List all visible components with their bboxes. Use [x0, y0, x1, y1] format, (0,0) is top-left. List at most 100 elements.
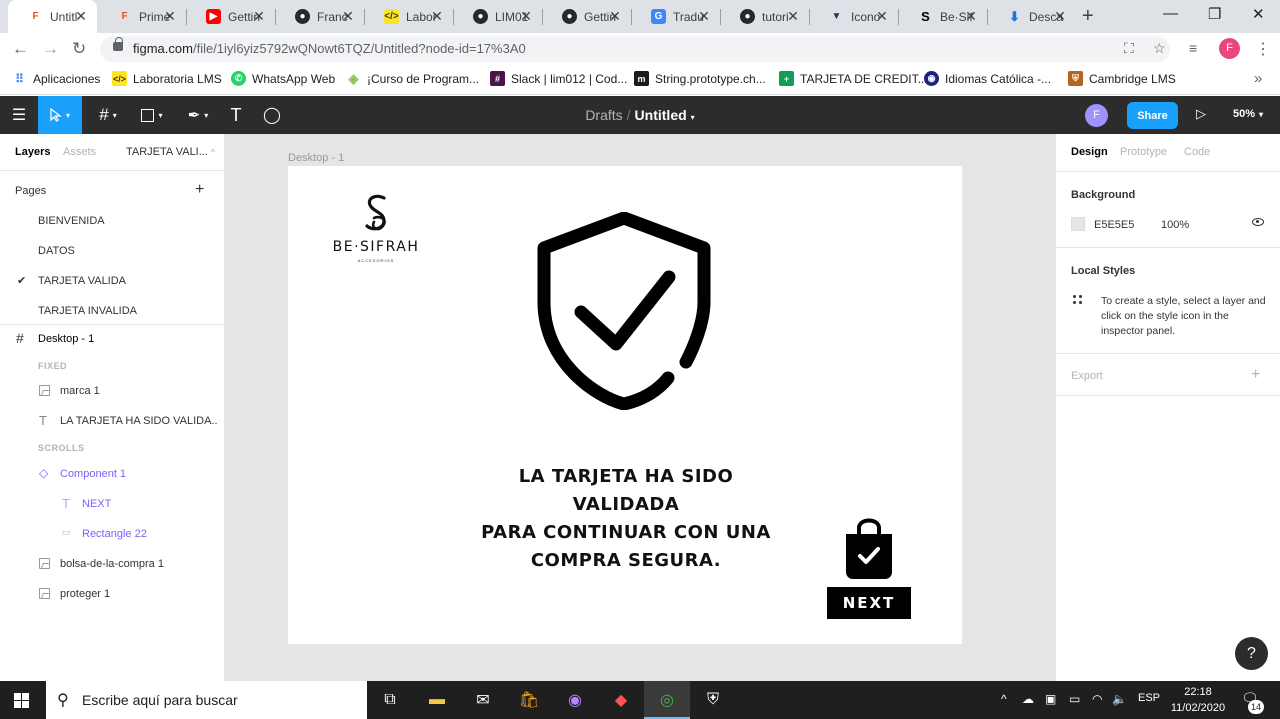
add-page-icon[interactable]: + [195, 181, 204, 199]
window-close-icon[interactable]: ✕ [1252, 5, 1265, 23]
bookmark-item[interactable]: m String.prototype.ch... [634, 71, 766, 86]
breadcrumb-drafts[interactable]: Drafts [585, 107, 622, 123]
close-tab-icon[interactable]: ✕ [73, 8, 89, 25]
browser-tab[interactable]: F Prime ✕ [97, 0, 186, 33]
profile-avatar[interactable]: F [1219, 38, 1240, 59]
translate-page-icon[interactable]: ⛶ [1124, 40, 1134, 57]
frame-desktop-1[interactable]: BE·SIFRAH ACCESORIOS LA TARJETA HA SIDO … [288, 166, 962, 644]
shopping-bag-icon[interactable] [843, 516, 895, 580]
tray-app-icon[interactable]: ▣ [1045, 692, 1056, 706]
tab-layers[interactable]: Layers [15, 146, 50, 158]
bookmark-item[interactable]: ✆ WhatsApp Web [231, 71, 335, 86]
clock-date: 11/02/2020 [1170, 702, 1226, 714]
browser-tab[interactable]: ⬇ Desca ✕ [987, 0, 1076, 33]
browser-tab[interactable]: S Be·Sif ✕ [898, 0, 987, 33]
chrome-menu-icon[interactable]: ⋮ [1255, 39, 1271, 59]
close-tab-icon[interactable]: ✕ [162, 8, 178, 25]
browser-tab-strip: F Untitl ✕ F Prime ✕ ▶ Gettin ✕ ● Franc … [0, 0, 1280, 33]
bookmark-item[interactable]: # Slack | lim012 | Cod... [490, 71, 627, 86]
close-tab-icon[interactable]: ✕ [1052, 8, 1068, 25]
bookmark-item[interactable]: ⠿ Aplicaciones [12, 71, 100, 86]
bookmarks-bar: ⠿ Aplicaciones </> Laboratoria LMS ✆ Wha… [0, 65, 1280, 95]
windows-start-icon[interactable] [14, 693, 29, 708]
browser-tab[interactable]: G Tradu ✕ [631, 0, 720, 33]
close-tab-icon[interactable]: ✕ [251, 8, 267, 25]
add-export-icon[interactable]: + [1251, 366, 1260, 384]
frame-label[interactable]: Desktop - 1 [288, 152, 344, 164]
close-tab-icon[interactable]: ✕ [785, 8, 801, 25]
restore-icon[interactable]: ❐ [1208, 5, 1221, 23]
zoom-dropdown[interactable]: 50% ▾ [1233, 108, 1263, 120]
validation-message[interactable]: LA TARJETA HA SIDO VALIDADA PARA CONTINU… [466, 463, 786, 575]
bookmark-item[interactable]: ◉ Idiomas Católica -... [924, 71, 1051, 86]
tab-prototype[interactable]: Prototype [1120, 146, 1167, 158]
help-button[interactable]: ? [1235, 637, 1268, 670]
close-tab-icon[interactable]: ✕ [429, 8, 445, 25]
text-layer-icon: T [62, 496, 70, 511]
security-shield-icon[interactable]: ⛨ [701, 688, 725, 712]
minimize-icon[interactable]: — [1163, 5, 1178, 22]
app-cat-icon[interactable]: ◉ [563, 688, 587, 712]
browser-tab[interactable]: ▶ Gettin ✕ [186, 0, 275, 33]
next-button[interactable]: NEXT [827, 587, 911, 619]
more-bookmarks-icon[interactable]: » [1254, 70, 1262, 87]
image-layer-icon [39, 588, 50, 602]
media-queue-icon[interactable]: ≡ [1189, 40, 1197, 56]
bookmark-item[interactable]: + TARJETA DE CREDIT... [779, 71, 928, 86]
close-tab-icon[interactable]: ✕ [874, 8, 890, 25]
url-input[interactable]: figma.com/file/1iyl6yiz5792wQNowt6TQZ/Un… [100, 36, 1170, 62]
tab-assets[interactable]: Assets [63, 146, 96, 158]
background-swatch[interactable] [1071, 217, 1085, 231]
shield-check-icon[interactable] [536, 212, 714, 410]
browser-tab[interactable]: </> Labor ✕ [364, 0, 453, 33]
brand-logo[interactable]: BE·SIFRAH ACCESORIOS [332, 194, 420, 268]
close-tab-icon[interactable]: ✕ [963, 8, 979, 25]
background-hex-input[interactable]: E5E5E5 [1094, 219, 1134, 231]
volume-icon[interactable]: 🔈 [1112, 692, 1127, 706]
present-play-icon[interactable]: ▷ [1196, 106, 1206, 122]
tab-code[interactable]: Code [1184, 146, 1210, 158]
bookmark-star-icon[interactable]: ☆ [1153, 40, 1166, 57]
battery-icon[interactable]: ▭ [1069, 692, 1080, 706]
forward-icon[interactable]: → [42, 39, 59, 59]
share-button[interactable]: Share [1127, 102, 1178, 129]
background-opacity-input[interactable]: 100% [1161, 219, 1189, 231]
new-tab-button[interactable]: + [1082, 5, 1094, 28]
browser-tab[interactable]: ▼ Icono ✕ [809, 0, 898, 33]
current-page-dropdown[interactable]: TARJETA VALI... ^ [126, 146, 215, 158]
design-canvas[interactable]: Desktop - 1 BE·SIFRAH ACCESORIOS LA TARJ… [225, 134, 1055, 681]
browser-tab-active[interactable]: F Untitl ✕ [8, 0, 97, 33]
close-tab-icon[interactable]: ✕ [607, 8, 623, 25]
bookmark-item[interactable]: ⛨ Cambridge LMS [1068, 71, 1176, 86]
wifi-icon[interactable]: ◠ [1092, 692, 1102, 706]
tab-design[interactable]: Design [1071, 146, 1108, 158]
mail-icon[interactable]: ✉ [471, 688, 495, 712]
task-view-icon[interactable]: ⧉ [378, 688, 402, 712]
back-icon[interactable]: ← [12, 39, 29, 59]
close-tab-icon[interactable]: ✕ [696, 8, 712, 25]
reload-icon[interactable]: ↻ [72, 39, 86, 59]
browser-tab[interactable]: ● LIM01 ✕ [453, 0, 542, 33]
layer-label: proteger 1 [60, 588, 111, 600]
browser-tab[interactable]: ● Gettin ✕ [542, 0, 631, 33]
section-scrolls: SCROLLS [38, 443, 85, 453]
language-indicator[interactable]: ESP [1138, 692, 1160, 704]
eye-visibility-icon[interactable] [1252, 218, 1264, 226]
bookmark-item[interactable]: </> Laboratoria LMS [112, 71, 222, 86]
tray-chevron-icon[interactable]: ^ [1001, 692, 1007, 706]
close-tab-icon[interactable]: ✕ [518, 8, 534, 25]
browser-tab[interactable]: ● Franc ✕ [275, 0, 364, 33]
bookmark-item[interactable]: ◈ ¡Curso de Program... [346, 71, 480, 86]
checkmark-icon: ✔ [17, 275, 27, 287]
taskbar-search-input[interactable]: ⚲ Escribe aquí para buscar [46, 681, 367, 719]
close-tab-icon[interactable]: ✕ [340, 8, 356, 25]
breadcrumb-file-title[interactable]: Untitled [635, 107, 687, 123]
user-avatar[interactable]: F [1085, 104, 1108, 127]
clock[interactable]: 22:18 11/02/2020 [1168, 684, 1228, 716]
onedrive-icon[interactable]: ☁ [1022, 692, 1034, 706]
store-icon[interactable]: 🛍 [517, 688, 541, 712]
file-explorer-icon[interactable]: ▬ [425, 688, 449, 712]
browser-tab[interactable]: ● tutori ✕ [720, 0, 809, 33]
chrome-icon[interactable]: ◎ [655, 688, 679, 712]
git-kraken-icon[interactable]: ◆ [609, 688, 633, 712]
